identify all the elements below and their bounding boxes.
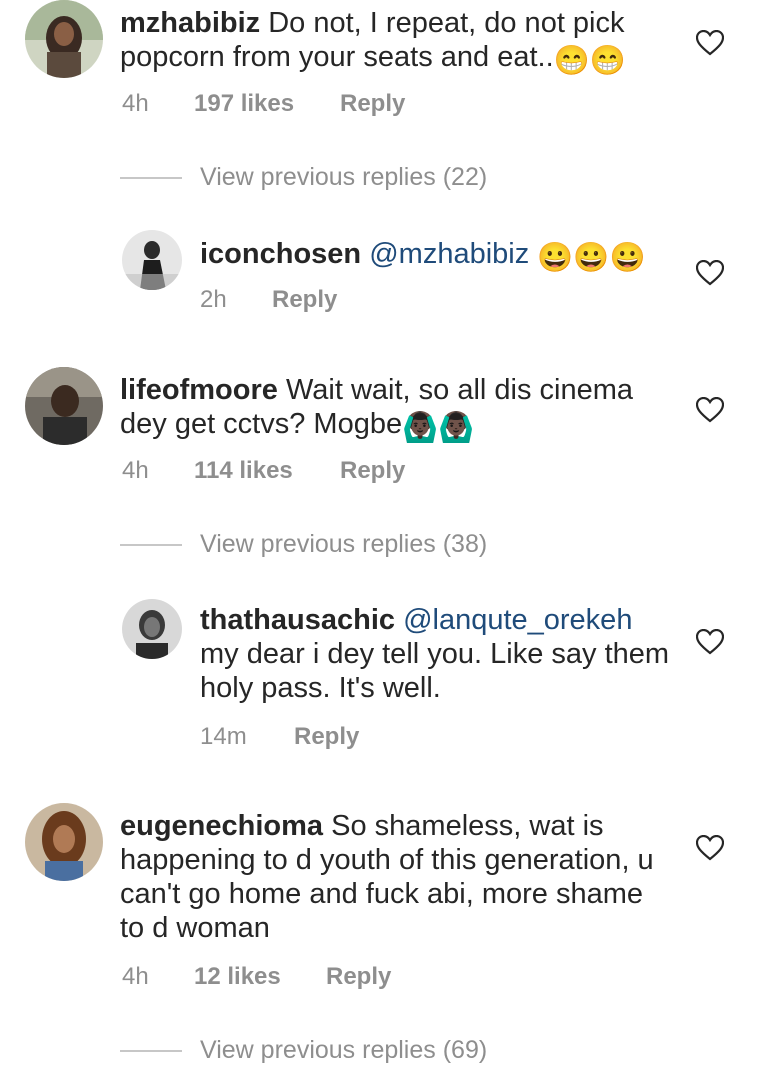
grinning-emoji: 😁😁 [553, 45, 626, 77]
view-previous-replies[interactable]: View previous replies (69) [120, 1036, 487, 1065]
reply-username[interactable]: iconchosen [200, 238, 361, 270]
reply-text: iconchosen @mzhabibiz 😀😀😀 [200, 237, 670, 275]
avatar[interactable] [122, 230, 182, 290]
reply-time: 14m [200, 723, 247, 750]
comment-time: 4h [122, 963, 149, 990]
comment-meta: 4h 114 likes Reply [122, 457, 405, 485]
mention-link[interactable]: @mzhabibiz [369, 238, 529, 270]
reply-button[interactable]: Reply [340, 457, 405, 485]
comment-text: mzhabibiz Do not, I repeat, do not pick … [120, 6, 660, 78]
comment-text: lifeofmoore Wait wait, so all dis cinema… [120, 373, 660, 445]
reply-body: my dear i dey tell you. Like say them ho… [200, 638, 670, 704]
reply-button[interactable]: Reply [326, 963, 391, 991]
avatar[interactable] [122, 599, 182, 659]
comment-time: 4h [122, 90, 149, 117]
divider-line [120, 177, 182, 180]
reply-meta: 2h Reply [200, 286, 337, 314]
comment-text: eugenechioma So shameless, wat is happen… [120, 809, 660, 945]
heart-icon[interactable] [696, 835, 724, 861]
facepalm-emoji: 🙆🏿‍♂️🙆🏿‍♂️ [402, 412, 475, 444]
avatar[interactable] [25, 0, 103, 78]
reply-time: 2h [200, 286, 227, 313]
smile-emoji: 😀😀😀 [537, 242, 646, 274]
view-replies-label[interactable]: View previous replies (22) [200, 163, 487, 191]
reply-button[interactable]: Reply [294, 723, 359, 751]
likes-count[interactable]: 12 likes [194, 963, 326, 991]
likes-count[interactable]: 197 likes [194, 90, 340, 118]
comment-time: 4h [122, 457, 149, 484]
reply-text: thathausachic @lanqute_orekeh my dear i … [200, 603, 670, 705]
comment-username[interactable]: mzhabibiz [120, 7, 260, 39]
likes-count[interactable]: 114 likes [194, 457, 340, 485]
avatar[interactable] [25, 803, 103, 881]
reply-meta: 14m Reply [200, 723, 359, 751]
reply-button[interactable]: Reply [272, 286, 337, 314]
comment-meta: 4h 12 likes Reply [122, 963, 391, 991]
reply-username[interactable]: thathausachic [200, 604, 395, 636]
comment-username[interactable]: lifeofmoore [120, 374, 278, 406]
view-replies-label[interactable]: View previous replies (69) [200, 1036, 487, 1064]
reply-button[interactable]: Reply [340, 90, 405, 118]
heart-icon[interactable] [696, 629, 724, 655]
comment-meta: 4h 197 likes Reply [122, 90, 405, 118]
avatar[interactable] [25, 367, 103, 445]
view-previous-replies[interactable]: View previous replies (22) [120, 163, 487, 192]
view-replies-label[interactable]: View previous replies (38) [200, 530, 487, 558]
comment-username[interactable]: eugenechioma [120, 810, 323, 842]
heart-icon[interactable] [696, 397, 724, 423]
heart-icon[interactable] [696, 260, 724, 286]
mention-link[interactable]: @lanqute_orekeh [403, 604, 632, 636]
heart-icon[interactable] [696, 30, 724, 56]
divider-line [120, 1050, 182, 1053]
divider-line [120, 544, 182, 547]
view-previous-replies[interactable]: View previous replies (38) [120, 530, 487, 559]
